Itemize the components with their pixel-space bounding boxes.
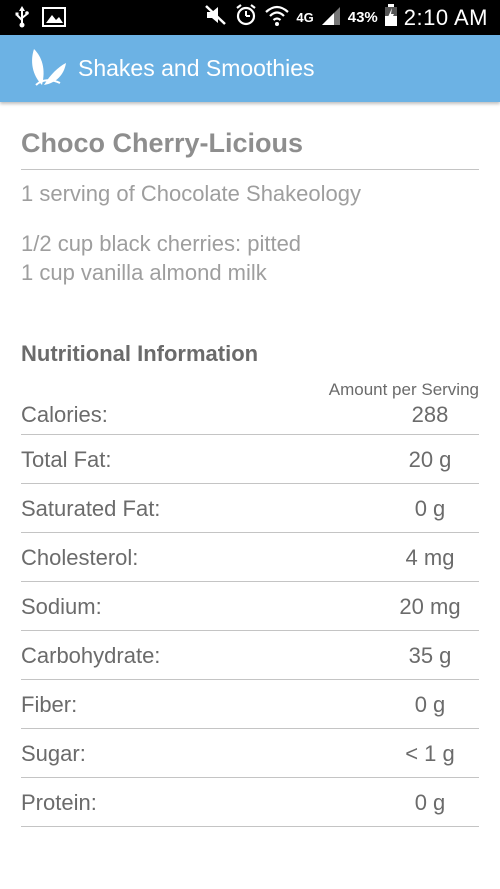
nutrient-value: 0 g [414,496,446,521]
status-bar-left [14,6,66,33]
nutrient-label: Fiber: [21,692,78,717]
nutrition-row-calories: Calories: 288 [21,400,479,435]
nutrition-table: Calories: 288 Total Fat: 20 g Saturated … [21,400,479,827]
ingredient-item: 1/2 cup black cherries: pitted [21,231,302,256]
app-title: Shakes and Smoothies [78,55,315,81]
leaf-icon[interactable] [28,45,68,94]
nutrient-label: Total Fat: [21,447,112,472]
nutrient-label: Protein: [21,790,97,815]
nutrient-value: 4 mg [405,545,455,570]
nutrient-value: < 1 g [405,741,455,766]
network-type: 4G [296,10,314,25]
nutrient-label: Calories: [21,402,108,427]
nutrition-row-sodium: Sodium: 20 mg [21,582,479,631]
ingredients-list: 1/2 cup black cherries: pitted 1 cup van… [21,229,479,287]
nutrient-value: 0 g [414,692,446,717]
nutrient-value: 288 [411,402,449,427]
status-bar: 4G 43% 2:10 AM [0,0,500,35]
nutrient-label: Cholesterol: [21,545,139,570]
nutrition-row-fiber: Fiber: 0 g [21,680,479,729]
usb-icon [14,6,30,33]
status-bar-right: 4G 43% 2:10 AM [204,3,488,32]
ingredient-item: 1 cup vanilla almond milk [21,260,267,285]
recipe-title: Choco Cherry-Licious [21,128,479,170]
nutrient-value: 20 g [408,447,452,472]
image-icon [42,7,66,32]
nutrition-heading: Nutritional Information [21,341,259,366]
nutrient-value: 20 mg [399,594,461,619]
nutrition-row-protein: Protein: 0 g [21,778,479,827]
signal-icon [320,4,342,31]
nutrient-value: 0 g [414,790,446,815]
nutrient-value: 35 g [408,643,452,668]
nutrition-row-total-fat: Total Fat: 20 g [21,435,479,484]
battery-icon [384,3,398,32]
amount-per-serving-header: Amount per Serving [328,380,479,399]
mute-icon [204,3,228,32]
nutrition-row-carbohydrate: Carbohydrate: 35 g [21,631,479,680]
nutrition-row-sugar: Sugar: < 1 g [21,729,479,778]
alarm-icon [234,3,258,32]
nutrition-row-saturated-fat: Saturated Fat: 0 g [21,484,479,533]
nutrient-label: Sugar: [21,741,86,766]
clock: 2:10 AM [403,4,488,30]
nutrient-label: Saturated Fat: [21,496,161,521]
app-bar: Shakes and Smoothies [0,35,500,102]
nutrition-row-cholesterol: Cholesterol: 4 mg [21,533,479,582]
nutrient-label: Carbohydrate: [21,643,161,668]
wifi-icon [264,3,290,32]
battery-percent: 43% [347,9,378,26]
serving-text: 1 serving of Chocolate Shakeology [21,181,361,206]
nutrient-label: Sodium: [21,594,102,619]
recipe-detail: Choco Cherry-Licious 1 serving of Chocol… [21,102,479,827]
